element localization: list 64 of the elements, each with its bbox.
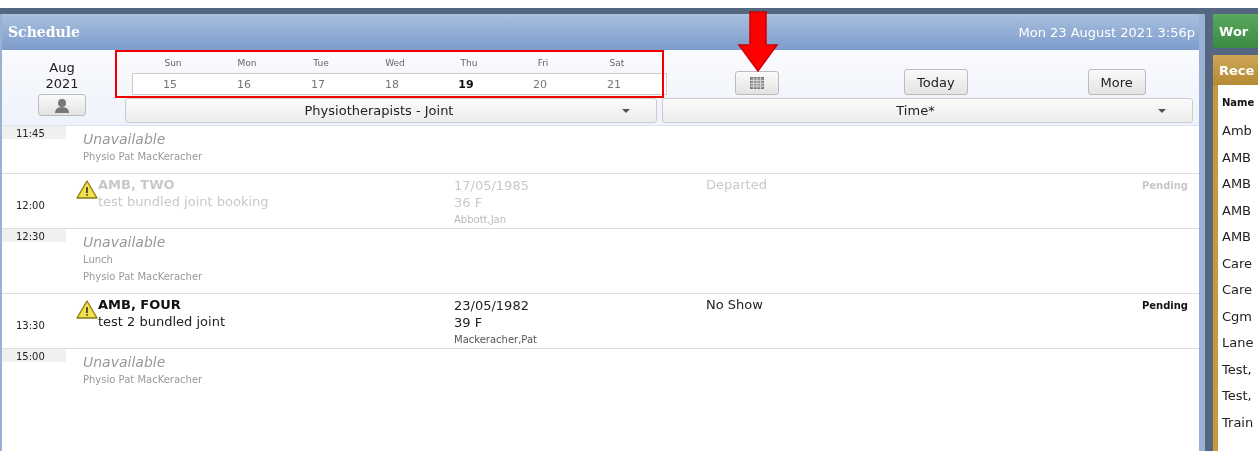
day-name: Mon [236, 58, 258, 68]
calendar-button[interactable] [735, 71, 779, 95]
note-text: Physio Pat MacKeracher [83, 373, 203, 387]
calendar-icon [750, 77, 764, 89]
age-sex: 39 F [454, 314, 484, 331]
person-icon [54, 97, 70, 113]
today-button[interactable]: Today [904, 69, 968, 95]
list-item[interactable]: Test, [1222, 356, 1258, 383]
day-date[interactable]: 20 [503, 77, 577, 91]
time-label: 13:30 [15, 318, 45, 331]
panel-title: Wor [1219, 23, 1249, 39]
day-date[interactable]: 17 [281, 77, 355, 91]
dropdown[interactable]: Physiotherapists - Joint [125, 98, 657, 123]
day-date[interactable]: 16 [207, 77, 281, 91]
more-button[interactable]: More [1087, 69, 1146, 95]
month-label: Aug [49, 60, 75, 76]
day-name: Fri [536, 58, 550, 68]
note-text: Lunch [83, 253, 114, 267]
day-date[interactable]: 18 [355, 77, 429, 91]
day-name: Tue [312, 58, 330, 68]
year-label: 2021 [45, 76, 79, 92]
list-item[interactable]: Cgm [1222, 303, 1258, 330]
date-time: Mon 23 August 2021 3:56p [1018, 24, 1195, 40]
day-name: Sat [608, 58, 626, 68]
column-header: Name [1222, 96, 1256, 110]
list-item[interactable]: AMB [1222, 171, 1258, 198]
unavailable-label: Unavailable [83, 353, 167, 371]
section-title: Rece [1219, 62, 1255, 78]
time-label: 11:45 [2, 126, 66, 139]
caret-icon [1158, 108, 1166, 113]
day-date[interactable]: 15 [133, 77, 207, 91]
day-date[interactable]: 21 [577, 77, 651, 91]
time-label: 12:30 [2, 229, 66, 242]
note-text: Physio Pat MacKeracher [83, 270, 203, 284]
state-text: Pending [1141, 300, 1188, 311]
list-item[interactable]: Care [1222, 250, 1258, 277]
booking-description: test 2 bundled joint [98, 313, 226, 331]
status-text: No Show [706, 297, 763, 312]
list-item[interactable]: AMB [1222, 224, 1258, 251]
day-date[interactable]: 19 [429, 77, 503, 91]
note-text: Physio Pat MacKeracher [83, 150, 203, 164]
time-label: 12:00 [15, 198, 45, 211]
person-button[interactable] [38, 94, 86, 116]
clinician-name: Mackeracher,Pat [454, 333, 538, 347]
time-label: 15:00 [2, 349, 66, 362]
list-item[interactable]: AMB [1222, 197, 1258, 224]
list-item[interactable]: AMB [1222, 144, 1258, 171]
list-item[interactable]: Test, [1222, 383, 1258, 410]
list-item[interactable]: Train [1222, 409, 1258, 436]
arrow-icon [737, 11, 779, 73]
list-item[interactable]: Lane [1222, 330, 1258, 357]
day-name: Wed [384, 58, 406, 68]
dropdown[interactable]: Time* [662, 98, 1193, 123]
unavailable-label: Unavailable [83, 130, 167, 148]
unavailable-label: Unavailable [83, 233, 167, 251]
caret-icon [622, 108, 630, 113]
day-name: Sun [163, 58, 183, 68]
clinician-name: Abbott,Jan [454, 213, 508, 227]
list-item[interactable]: Amb [1222, 118, 1258, 145]
patient-name: AMB, FOUR [98, 297, 182, 313]
panel-title: Schedule [8, 24, 80, 40]
list-item[interactable]: Care [1222, 277, 1258, 304]
day-name: Thu [459, 58, 479, 68]
birth-date: 23/05/1982 [454, 297, 530, 314]
